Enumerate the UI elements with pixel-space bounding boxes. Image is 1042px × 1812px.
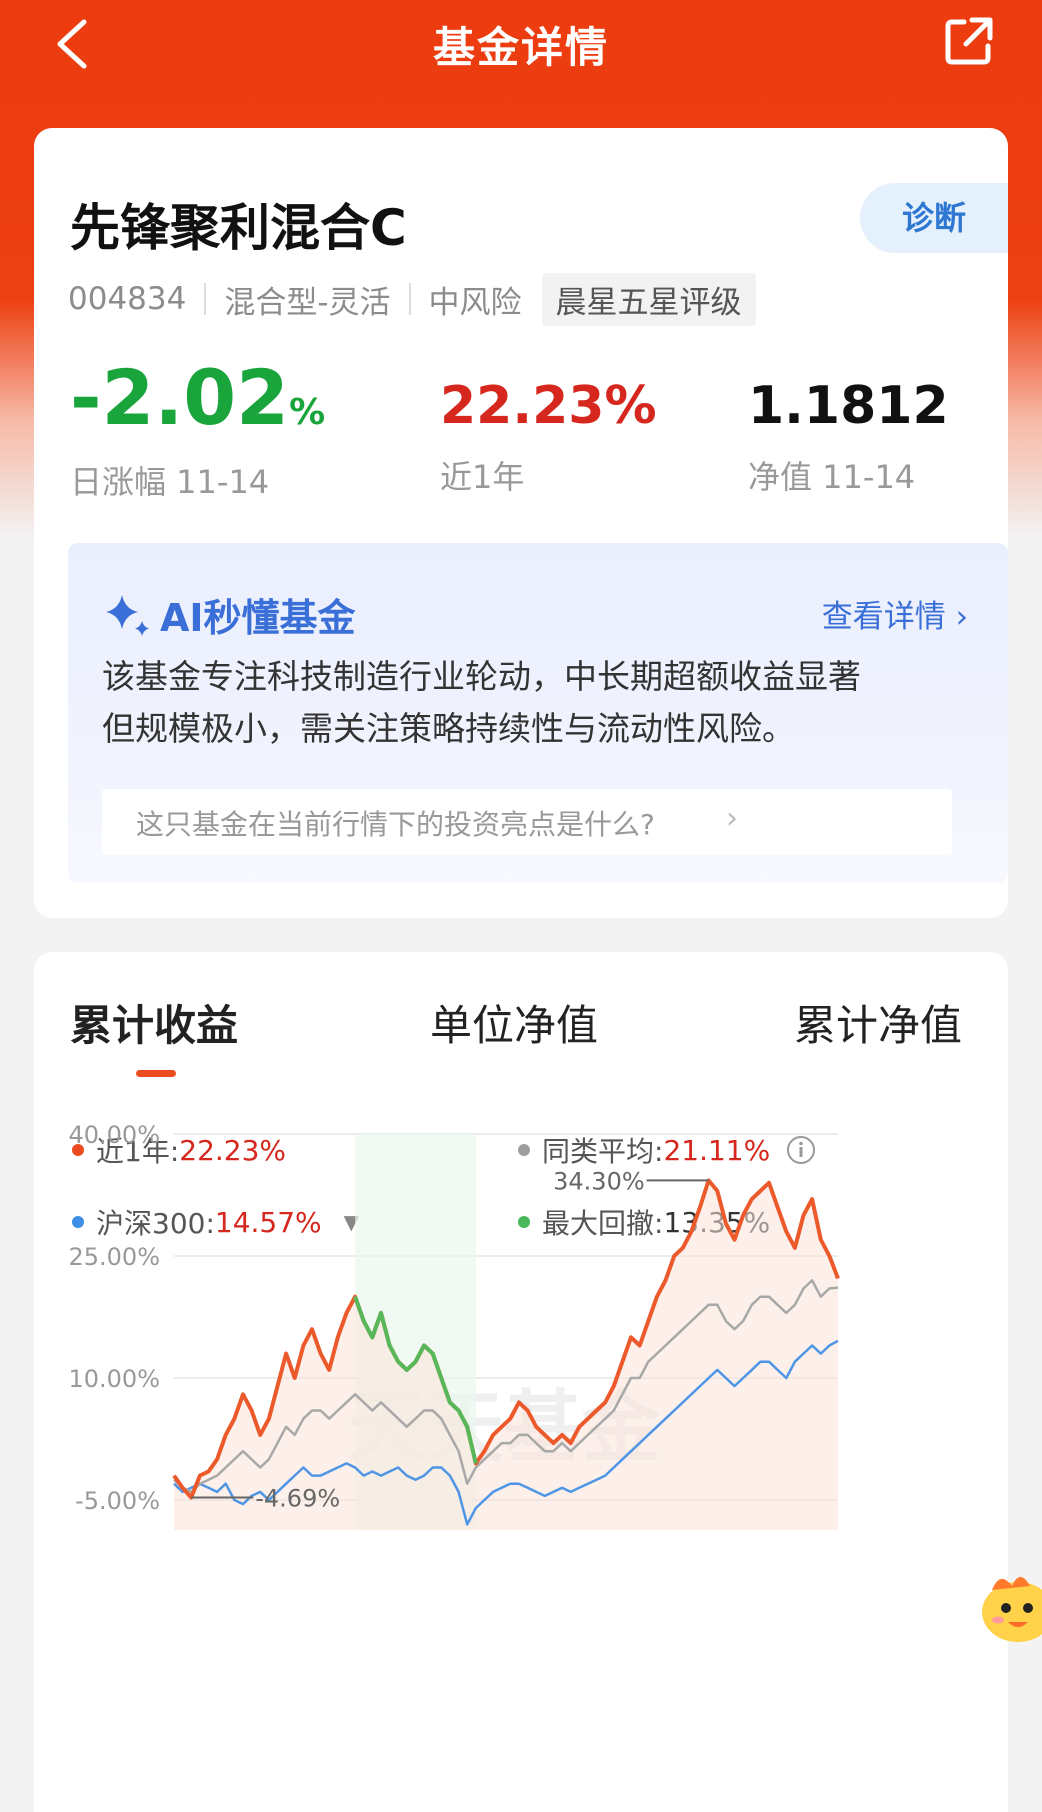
ai-title-text: AI秒懂基金 — [160, 596, 356, 640]
ai-summary-line: 但规模极小，需关注策略持续性与流动性风险。 — [102, 709, 795, 748]
page-title: 基金详情 — [432, 23, 609, 72]
ai-question-text: 这只基金在当前行情下的投资亮点是什么? — [136, 808, 655, 841]
year-return-value: 22.23% — [440, 376, 657, 436]
ai-title: AI秒懂基金 — [102, 587, 356, 642]
chevron-right-icon: › — [726, 801, 738, 836]
divider — [204, 283, 207, 315]
day-change-stat: -2.02% 日涨幅 11-14 — [70, 360, 325, 503]
ai-question-prompt[interactable]: 这只基金在当前行情下的投资亮点是什么? › — [102, 789, 952, 855]
y-tick-label: 25.00% — [68, 1243, 160, 1271]
year-return-stat: 22.23% 近1年 — [440, 376, 657, 498]
day-change-label: 日涨幅 11-14 — [70, 463, 270, 501]
view-details-link[interactable]: 查看详情 › — [822, 591, 968, 636]
min-value-label: -4.69% — [255, 1484, 340, 1512]
year-return-label: 近1年 — [440, 458, 525, 496]
performance-card: 累计收益 单位净值 累计净值 近1年: 22.23% 同类平均: 21.11% 沪深… — [34, 952, 1008, 1812]
fund-risk: 中风险 — [428, 284, 522, 321]
return-chart[interactable]: 40.00%25.00%10.00%-5.00%天天基金34.30%-4.69% — [34, 952, 1008, 1789]
diagnose-button[interactable]: 诊断 — [860, 183, 1008, 253]
fund-type: 混合型-灵活 — [224, 284, 391, 321]
chevron-right-icon: › — [945, 599, 968, 635]
day-change-value: -2.02% — [70, 353, 326, 442]
ai-summary-text: 该基金专注科技制造行业轮动，中长期超额收益显著 但规模极小，需关注策略持续性与流… — [102, 651, 972, 755]
y-tick-label: 10.00% — [68, 1365, 160, 1393]
ai-summary-line: 该基金专注科技制造行业轮动，中长期超额收益显著 — [102, 657, 861, 696]
fund-name: 先锋聚利混合C — [70, 199, 407, 257]
nav-bar: 基金详情 — [0, 0, 1042, 100]
nav-value: 1.1812 — [748, 376, 949, 436]
y-tick-label: -5.00% — [75, 1487, 160, 1515]
y-tick-label: 40.00% — [68, 1121, 160, 1149]
fund-meta-row: 004834 混合型-灵活 中风险 晨星五星评级 — [68, 272, 756, 326]
max-value-label: 34.30% — [553, 1167, 645, 1195]
rating-badge[interactable]: 晨星五星评级 — [541, 272, 756, 326]
fund-info-card: 先锋聚利混合C 诊断 004834 混合型-灵活 中风险 晨星五星评级 -2.0… — [34, 128, 1008, 918]
fund-code: 004834 — [68, 281, 187, 317]
share-icon[interactable] — [942, 14, 996, 68]
ai-summary-box: AI秒懂基金 查看详情 › 该基金专注科技制造行业轮动，中长期超额收益显著 但规… — [68, 543, 1008, 883]
mascot-icon[interactable] — [978, 1560, 1042, 1656]
sparkle-icon — [106, 594, 149, 636]
nav-label: 净值 11-14 — [748, 458, 916, 496]
nav-stat: 1.1812 净值 11-14 — [748, 376, 949, 498]
divider — [408, 283, 411, 315]
